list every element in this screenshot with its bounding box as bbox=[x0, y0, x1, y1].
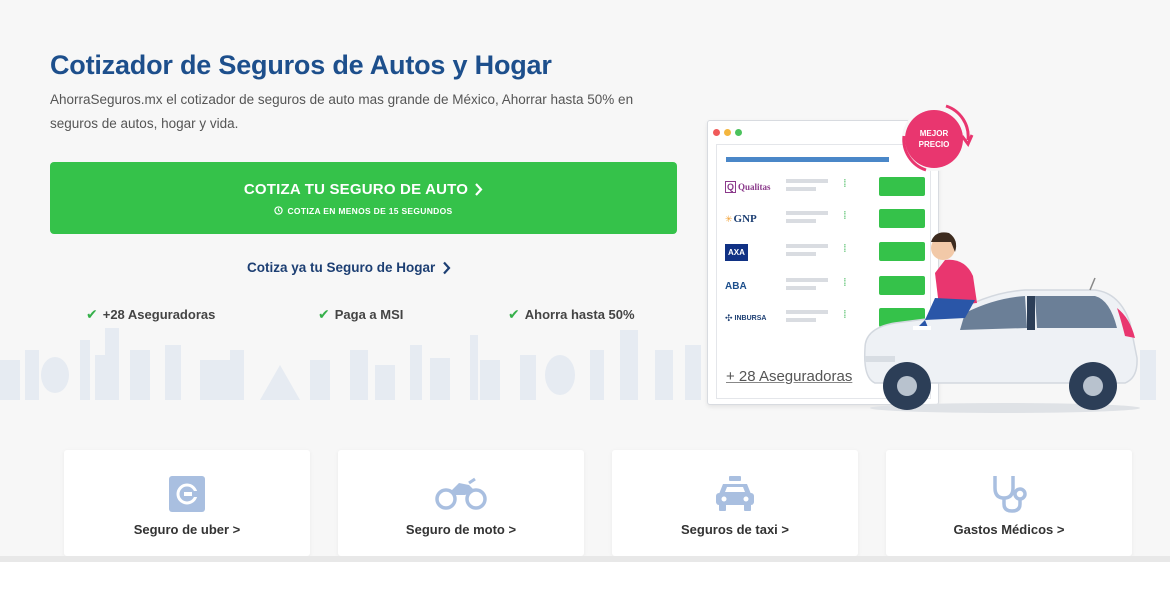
card-uber[interactable]: Seguro de uber > bbox=[64, 450, 310, 556]
card-medical-label: Gastos Médicos > bbox=[953, 522, 1065, 537]
chevron-right-icon bbox=[443, 261, 451, 274]
card-moto-label: Seguro de moto > bbox=[405, 522, 517, 537]
stethoscope-icon bbox=[993, 476, 1027, 513]
quote-home-label: Cotiza ya tu Seguro de Hogar bbox=[247, 260, 436, 275]
check-icon: ✔ bbox=[318, 306, 330, 322]
inbursa-logo: ✣ INBURSA bbox=[725, 312, 767, 323]
page-subtitle: AhorraSeguros.mx el cotizador de seguros… bbox=[50, 92, 634, 131]
refresh-arrows-decoration bbox=[902, 104, 974, 172]
quote-time-label: COTIZA EN MENOS DE 15 SEGUNDOS bbox=[287, 205, 453, 216]
car-illustration bbox=[863, 232, 1140, 413]
window-dot-red bbox=[713, 129, 720, 136]
card-taxi[interactable]: Seguros de taxi > bbox=[612, 450, 858, 556]
qualitas-logo: Q Qualitas bbox=[725, 181, 771, 193]
quote-auto-label: COTIZA TU SEGURO DE AUTO bbox=[243, 180, 469, 198]
quote-auto-button[interactable]: COTIZA TU SEGURO DE AUTO COTIZA EN MENOS… bbox=[50, 162, 677, 234]
card-taxi-label: Seguros de taxi > bbox=[680, 522, 789, 537]
chevron-right-icon bbox=[475, 182, 483, 196]
axa-logo: AXA bbox=[725, 242, 777, 262]
aba-logo: ABA bbox=[725, 280, 747, 292]
window-dot-green bbox=[735, 129, 742, 136]
more-insurers-link[interactable]: + 28 Aseguradoras bbox=[726, 368, 852, 385]
window-dot-yellow bbox=[724, 129, 731, 136]
check-icon: ✔ bbox=[86, 306, 98, 322]
feature-savings: ✔ Ahorra hasta 50% bbox=[508, 306, 635, 322]
page-title: Cotizador de Seguros de Autos y Hogar bbox=[50, 50, 552, 80]
taxi-icon bbox=[716, 476, 754, 511]
card-moto[interactable]: Seguro de moto > bbox=[338, 450, 584, 556]
insurer-row: Q Qualitas ⁞ bbox=[725, 175, 925, 199]
feature-msi: ✔ Paga a MSI bbox=[318, 306, 404, 322]
quote-home-link[interactable]: Cotiza ya tu Seguro de Hogar bbox=[247, 260, 451, 275]
clock-icon bbox=[274, 206, 284, 215]
motorcycle-icon bbox=[435, 477, 487, 510]
card-uber-label: Seguro de uber > bbox=[133, 522, 241, 537]
gnp-logo: ✳ GNP bbox=[725, 213, 757, 225]
uber-icon bbox=[169, 476, 205, 512]
feature-insurers: ✔ +28 Aseguradoras bbox=[86, 306, 216, 322]
card-medical[interactable]: Gastos Médicos > bbox=[886, 450, 1132, 556]
check-icon: ✔ bbox=[508, 306, 520, 322]
